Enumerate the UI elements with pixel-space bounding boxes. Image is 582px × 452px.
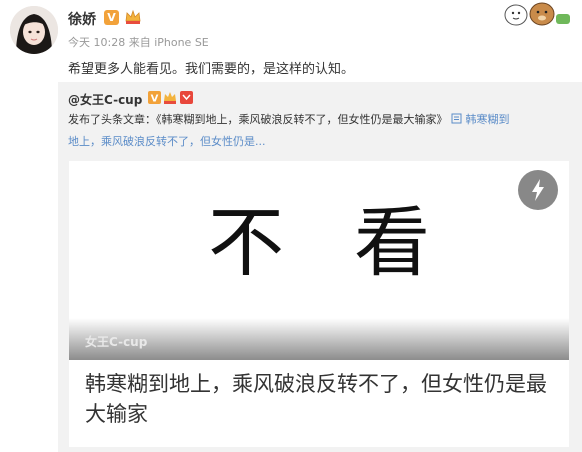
svg-text:V: V bbox=[151, 94, 159, 105]
repost-text-prefix: 发布了头条文章：《韩寒糊到地上，乘风破浪反转不了，但女性仍是最大输家》 bbox=[68, 113, 448, 126]
post-username[interactable]: 徐娇 bbox=[68, 9, 96, 29]
post-text: 希望更多人能看见。我们需要的，是这样的认知。 bbox=[68, 62, 355, 77]
member-crown-icon bbox=[124, 9, 142, 26]
article-link-continued[interactable]: 地上，乘风破浪反转不了，但女性仍是... bbox=[68, 133, 266, 149]
repost-text-line1: 发布了头条文章：《韩寒糊到地上，乘风破浪反转不了，但女性仍是最大输家》 韩寒糊到 bbox=[68, 111, 510, 127]
post-meta: 今天 10:28 来自 iPhone SE bbox=[68, 34, 209, 50]
cover-text: 不看 bbox=[208, 198, 500, 287]
verified-badge: V bbox=[104, 10, 119, 25]
post-source: 来自 iPhone SE bbox=[128, 36, 209, 49]
article-title[interactable]: 韩寒糊到地上，乘风破浪反转不了，但女性仍是最大输家 bbox=[85, 369, 561, 429]
article-link-text[interactable]: 韩寒糊到 bbox=[466, 113, 510, 126]
repost-username[interactable]: @女王C-cup bbox=[68, 91, 142, 108]
post-timestamp[interactable]: 今天 10:28 bbox=[68, 36, 125, 49]
cover-watermark: 女王C-cup bbox=[85, 335, 148, 349]
avatar[interactable] bbox=[10, 6, 58, 54]
repost-badges: V bbox=[148, 90, 194, 105]
article-icon bbox=[451, 113, 462, 124]
lightning-icon bbox=[518, 170, 558, 210]
article-link[interactable]: 韩寒糊到 bbox=[451, 113, 510, 126]
cartoon-characters-sticker-icon bbox=[498, 0, 574, 26]
